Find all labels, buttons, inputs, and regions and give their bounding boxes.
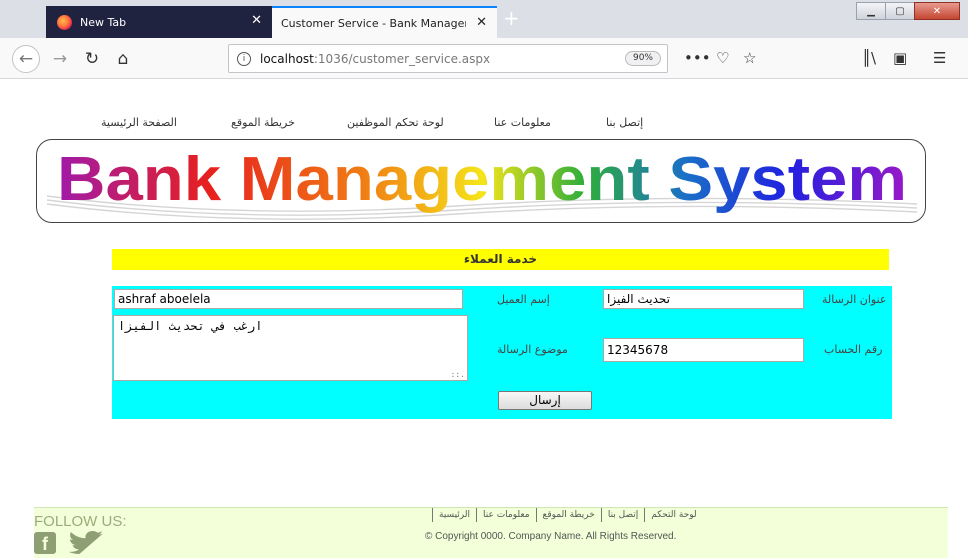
url-path: :1036/customer_service.aspx xyxy=(313,51,491,66)
footer-link-home[interactable]: الرئيسية xyxy=(432,508,476,522)
tab-customer-service[interactable]: Customer Service - Bank Management Sys ✕ xyxy=(272,6,497,38)
zoom-level[interactable]: 90% xyxy=(624,51,661,66)
sidebar-icon[interactable]: ▣ xyxy=(893,49,907,67)
browser-titlebar: New Tab ✕ Customer Service - Bank Manage… xyxy=(0,0,968,38)
menu-icon[interactable]: ☰ xyxy=(933,49,946,67)
tab-title: Customer Service - Bank Management Sys xyxy=(281,16,466,30)
firefox-icon xyxy=(57,14,72,30)
account-number-field[interactable]: 12345678 xyxy=(603,338,804,362)
footer-link-sitemap[interactable]: خريطة الموقع xyxy=(535,508,601,522)
browser-toolbar: ← → ↻ ⌂ i localhost:1036/customer_servic… xyxy=(0,38,968,79)
nav-staff-panel-link[interactable]: لوحة تحكم الموظفين xyxy=(347,116,444,129)
follow-us-label: FOLLOW US: xyxy=(34,513,127,530)
more-actions-icon[interactable]: ••• xyxy=(684,49,711,67)
minimize-icon[interactable]: ▁ xyxy=(856,2,886,20)
library-icon[interactable]: ║\ xyxy=(862,49,876,67)
resize-grip-icon[interactable]: .:: xyxy=(451,370,465,379)
facebook-icon[interactable]: f xyxy=(34,532,56,554)
nav-about-link[interactable]: معلومات عنا xyxy=(494,116,551,129)
bookmark-star-icon[interactable]: ☆ xyxy=(743,49,756,67)
window-controls: ▁ ▢ ✕ xyxy=(856,2,960,20)
reload-icon[interactable]: ↻ xyxy=(78,45,106,73)
banner-title: Bank Management System xyxy=(57,145,907,214)
message-title-field[interactable]: تحديث الفيزا xyxy=(603,289,804,309)
message-body-textarea[interactable]: ارغب في تحديث الفيزا .:: xyxy=(113,315,468,381)
home-icon[interactable]: ⌂ xyxy=(109,45,137,73)
customer-service-form: ashraf aboelela إسم العميل تحديث الفيزا … xyxy=(112,286,892,419)
send-button[interactable]: إرسال xyxy=(498,391,592,410)
footer-link-about[interactable]: معلومات عنا xyxy=(476,508,536,522)
url-host: localhost xyxy=(260,51,314,66)
message-body-text: ارغب في تحديث الفيزا xyxy=(118,319,263,333)
account-number-label: رقم الحساب xyxy=(824,343,883,356)
maximize-icon[interactable]: ▢ xyxy=(885,2,915,20)
footer-link-contact[interactable]: إتصل بنا xyxy=(600,508,644,522)
close-tab-icon[interactable]: ✕ xyxy=(476,16,487,29)
customer-name-field[interactable]: ashraf aboelela xyxy=(114,289,463,309)
pocket-icon[interactable]: ♡ xyxy=(716,49,729,67)
copyright-text: © Copyright 0000. Company Name. All Righ… xyxy=(425,531,677,542)
nav-sitemap-link[interactable]: خريطة الموقع xyxy=(231,116,295,129)
back-icon[interactable]: ← xyxy=(12,45,40,73)
close-tab-icon[interactable]: ✕ xyxy=(251,14,262,27)
window-close-icon[interactable]: ✕ xyxy=(914,2,960,20)
footer-link-dashboard[interactable]: لوحة التحكم xyxy=(644,508,702,522)
info-icon[interactable]: i xyxy=(237,51,251,66)
customer-name-label: إسم العميل xyxy=(497,293,550,306)
nav-home-link[interactable]: الصفحة الرئيسية xyxy=(101,116,177,129)
twitter-icon[interactable] xyxy=(68,531,104,555)
address-bar[interactable]: i localhost:1036/customer_service.aspx 9… xyxy=(228,44,668,73)
footer-nav: لوحة التحكم إتصل بنا خريطة الموقع معلوما… xyxy=(432,508,703,522)
section-title: خدمة العملاء xyxy=(112,249,889,270)
site-footer: FOLLOW US: f لوحة التحكم إتصل بنا خريطة … xyxy=(34,507,948,558)
tab-new-tab[interactable]: New Tab ✕ xyxy=(46,6,272,38)
new-tab-icon[interactable]: + xyxy=(503,8,520,28)
tab-title: New Tab xyxy=(80,15,127,29)
nav-contact-link[interactable]: إتصل بنا xyxy=(606,116,643,129)
forward-icon[interactable]: → xyxy=(46,45,74,73)
message-body-label: موضوع الرسالة xyxy=(497,343,568,356)
site-banner: Bank Management System xyxy=(36,139,926,223)
message-title-label: عنوان الرسالة xyxy=(822,293,887,306)
